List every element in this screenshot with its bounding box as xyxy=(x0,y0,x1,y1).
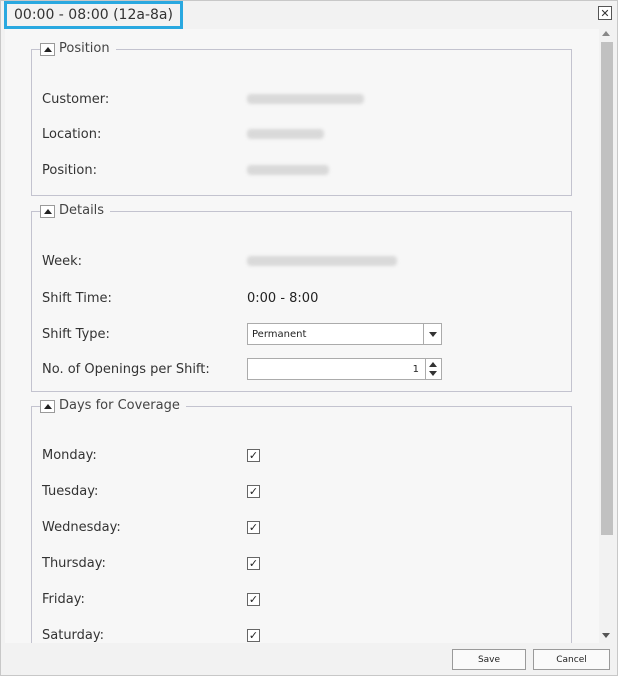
day-label: Thursday: xyxy=(42,555,106,571)
dropdown-arrow-button[interactable] xyxy=(423,324,441,344)
collapse-details-button[interactable] xyxy=(40,205,55,218)
position-row: Position: xyxy=(42,159,561,181)
shift-time-row: Shift Time: 0:00 - 8:00 xyxy=(42,287,561,309)
details-legend: Details xyxy=(40,202,111,218)
check-icon: ✓ xyxy=(248,484,259,498)
location-row: Location: xyxy=(42,123,561,145)
openings-label: No. of Openings per Shift: xyxy=(42,361,210,377)
location-label: Location: xyxy=(42,126,102,142)
close-icon: ✕ xyxy=(600,6,610,20)
monday-checkbox[interactable]: ✓ xyxy=(247,448,260,462)
day-row-friday: Friday: ✓ xyxy=(42,588,561,610)
week-label: Week: xyxy=(42,253,82,269)
day-label: Tuesday: xyxy=(42,483,99,499)
day-row-wednesday: Wednesday: ✓ xyxy=(42,516,561,538)
check-icon: ✓ xyxy=(248,556,259,570)
check-icon: ✓ xyxy=(248,592,259,606)
thursday-checkbox[interactable]: ✓ xyxy=(247,556,260,570)
increment-arrow-icon[interactable] xyxy=(429,362,437,367)
day-row-saturday: Saturday: ✓ xyxy=(42,624,561,643)
dialog-content: Position Customer: Location: Position: D… xyxy=(5,29,599,643)
coverage-legend: Days for Coverage xyxy=(40,397,186,413)
day-label: Monday: xyxy=(42,447,97,463)
scroll-down-arrow-icon[interactable] xyxy=(602,633,610,638)
save-button[interactable]: Save xyxy=(452,649,526,670)
decrement-arrow-icon[interactable] xyxy=(429,371,437,376)
shift-type-select[interactable]: Permanent xyxy=(247,323,442,345)
coverage-legend-text: Days for Coverage xyxy=(59,397,180,413)
shift-type-value: Permanent xyxy=(252,328,307,340)
collapse-coverage-button[interactable] xyxy=(40,400,55,413)
day-row-thursday: Thursday: ✓ xyxy=(42,552,561,574)
details-section: Details Week: Shift Time: 0:00 - 8:00 Sh… xyxy=(31,202,572,392)
day-label: Wednesday: xyxy=(42,519,121,535)
check-icon: ✓ xyxy=(248,448,259,462)
close-button[interactable]: ✕ xyxy=(598,6,612,20)
details-legend-text: Details xyxy=(59,202,105,218)
day-row-tuesday: Tuesday: ✓ xyxy=(42,480,561,502)
week-value-redacted xyxy=(247,256,397,266)
friday-checkbox[interactable]: ✓ xyxy=(247,592,260,606)
collapse-position-button[interactable] xyxy=(40,43,55,56)
openings-value: 1 xyxy=(412,363,419,375)
position-legend: Position xyxy=(40,40,116,56)
dialog-window: 00:00 - 08:00 (12a-8a) ✕ Position Custom… xyxy=(0,0,618,676)
location-value-redacted xyxy=(247,129,324,139)
vertical-scrollbar[interactable] xyxy=(599,29,615,643)
shift-type-row: Shift Type: Permanent xyxy=(42,323,561,345)
shift-time-value: 0:00 - 8:00 xyxy=(247,290,319,306)
customer-label: Customer: xyxy=(42,91,110,107)
check-icon: ✓ xyxy=(248,628,259,642)
day-label: Friday: xyxy=(42,591,85,607)
day-row-monday: Monday: ✓ xyxy=(42,444,561,466)
cancel-button[interactable]: Cancel xyxy=(533,649,610,670)
dialog-footer: Save Cancel xyxy=(1,643,617,675)
wednesday-checkbox[interactable]: ✓ xyxy=(247,520,260,534)
dialog-title: 00:00 - 08:00 (12a-8a) xyxy=(4,1,183,29)
week-row: Week: xyxy=(42,250,561,272)
customer-value-redacted xyxy=(247,94,364,104)
saturday-checkbox[interactable]: ✓ xyxy=(247,628,260,642)
position-value-redacted xyxy=(247,165,329,175)
stepper-buttons xyxy=(425,359,441,379)
position-legend-text: Position xyxy=(59,40,110,56)
scroll-up-arrow-icon[interactable] xyxy=(602,31,610,36)
coverage-section: Days for Coverage Monday: ✓ Tuesday: ✓ W… xyxy=(31,397,572,643)
day-label: Saturday: xyxy=(42,627,105,643)
position-label: Position: xyxy=(42,162,97,178)
chevron-down-icon xyxy=(428,331,437,337)
title-bar: 00:00 - 08:00 (12a-8a) ✕ xyxy=(1,1,617,29)
shift-type-label: Shift Type: xyxy=(42,326,110,342)
customer-row: Customer: xyxy=(42,88,561,110)
shift-time-label: Shift Time: xyxy=(42,290,112,306)
position-section: Position Customer: Location: Position: xyxy=(31,40,572,196)
tuesday-checkbox[interactable]: ✓ xyxy=(247,484,260,498)
check-icon: ✓ xyxy=(248,520,259,534)
scrollbar-thumb[interactable] xyxy=(601,42,613,535)
openings-row: No. of Openings per Shift: 1 xyxy=(42,358,561,380)
openings-stepper[interactable]: 1 xyxy=(247,358,442,380)
